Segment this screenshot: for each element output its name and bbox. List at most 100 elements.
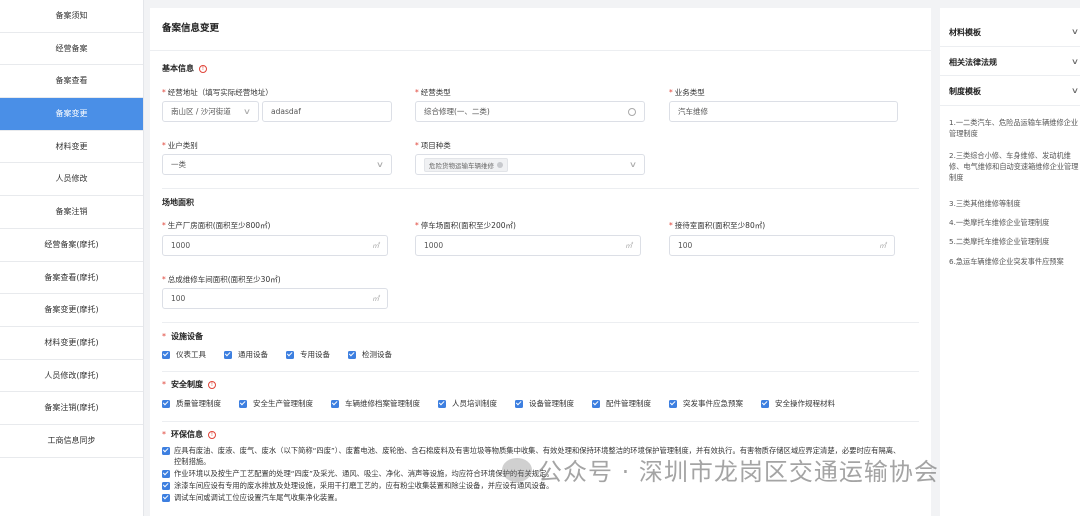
checkbox-checked-icon[interactable] (761, 399, 769, 408)
checkbox-checked-icon[interactable] (162, 481, 170, 490)
sidebar-nav: 备案须知 经营备案 备案查看 备案变更 材料变更 人员修改 备案注销 经营备案(… (0, 0, 144, 516)
chevron-down-icon[interactable]: ∨ (1071, 27, 1079, 36)
sidebar-item-moto-filing-change[interactable]: 备案变更(摩托) (0, 294, 143, 327)
env-checkbox[interactable]: 调试车间或调试工位应设置汽车尾气收集净化装置。 (162, 492, 902, 503)
business-type-label: * 经营类型 (415, 88, 451, 97)
checkbox-checked-icon[interactable] (239, 399, 247, 408)
sidebar-item-moto-material-change[interactable]: 材料变更(摩托) (0, 327, 143, 360)
template-link[interactable]: 1.一二类汽车、危险品运输车辆维修企业管理制度 (949, 117, 1080, 139)
sidebar-item-moto-personnel-edit[interactable]: 人员修改(摩托) (0, 360, 143, 393)
checkbox-checked-icon[interactable] (331, 399, 339, 408)
project-tag: 危险货物运输车辆维修 (424, 157, 508, 172)
template-link[interactable]: 3.三类其他维修等制度 (949, 198, 1080, 209)
watermark: 公众号 · 深圳市龙岗区交通运输协会 (502, 452, 939, 487)
project-select[interactable]: 危险货物运输车辆维修 ∨ (415, 154, 645, 175)
section-safety: * 安全制度! (162, 379, 216, 390)
laws-header[interactable]: 相关法律法规 (949, 57, 997, 68)
assembly-area-label: * 总成维修车间面积(面积至少30㎡) (162, 275, 281, 284)
clear-icon[interactable] (628, 107, 636, 116)
chevron-down-icon[interactable]: ∨ (1071, 57, 1079, 66)
checkbox-checked-icon[interactable] (592, 399, 600, 408)
section-basic-info-title: 基本信息 (162, 64, 194, 73)
sidebar-item-material-change[interactable]: 材料变更 (0, 131, 143, 164)
checkbox-checked-icon[interactable] (348, 350, 356, 359)
section-equipment: * 设施设备 (162, 332, 203, 341)
safety-checkbox[interactable]: 设备管理制度 (515, 398, 574, 409)
chevron-down-icon[interactable]: ∨ (1071, 86, 1079, 95)
title-divider (150, 50, 931, 51)
page-title: 备案信息变更 (162, 23, 220, 34)
business-type-select[interactable]: 综合修理(一、二类) (415, 101, 645, 122)
address-region-select[interactable]: 南山区 / 沙河街道 ∨ (162, 101, 259, 122)
section-basic-info: 基本信息 ! (162, 63, 207, 74)
sidebar-item-business-info-sync[interactable]: 工商信息同步 (0, 425, 143, 458)
safety-checkbox[interactable]: 人员培训制度 (438, 398, 497, 409)
equipment-checkbox[interactable]: 仪表工具 (162, 349, 206, 360)
safety-checkbox[interactable]: 突发事件应急预案 (669, 398, 743, 409)
divider (940, 46, 1080, 47)
wechat-icon (502, 457, 532, 482)
system-template-header[interactable]: 制度模板 (949, 86, 981, 97)
chevron-down-icon: ∨ (375, 160, 385, 169)
safety-checkbox[interactable]: 车辆维修档案管理制度 (331, 398, 420, 409)
equipment-checkbox[interactable]: 专用设备 (286, 349, 330, 360)
info-icon[interactable]: ! (208, 380, 216, 389)
checkbox-checked-icon[interactable] (162, 469, 170, 478)
reception-area-label: * 接待室面积(面积至少80㎡) (669, 221, 766, 230)
service-type-select[interactable]: 汽车维修 (669, 101, 898, 122)
checkbox-checked-icon[interactable] (162, 399, 170, 408)
info-icon[interactable]: ! (208, 430, 216, 439)
sidebar-item-filing-change[interactable]: 备案变更 (0, 98, 143, 131)
sidebar-item-filing-view[interactable]: 备案查看 (0, 65, 143, 99)
main-panel: 备案信息变更 基本信息 ! * 经营地址（填写实际经营地址） 南山区 / 沙河街道… (150, 8, 931, 516)
checkbox-checked-icon[interactable] (162, 446, 170, 455)
household-label: * 业户类别 (162, 141, 198, 150)
production-area-input[interactable]: 1000 ㎡ (162, 235, 388, 256)
production-area-label: * 生产厂房面积(面积至少800㎡) (162, 221, 271, 230)
address-detail-input[interactable]: adasdaf (262, 101, 392, 122)
section-site-area: 场地面积 (162, 198, 194, 207)
sidebar-item-personnel-edit[interactable]: 人员修改 (0, 163, 143, 197)
sidebar-item-moto-filing-view[interactable]: 备案查看(摩托) (0, 262, 143, 295)
checkbox-checked-icon[interactable] (162, 493, 170, 502)
reception-area-input[interactable]: 100 ㎡ (669, 235, 895, 256)
address-label: * 经营地址（填写实际经营地址） (162, 88, 273, 97)
checkbox-checked-icon[interactable] (162, 350, 170, 359)
equipment-checkbox[interactable]: 通用设备 (224, 349, 268, 360)
household-select[interactable]: 一类 ∨ (162, 154, 392, 175)
template-link[interactable]: 5.二类摩托车维修企业管理制度 (949, 236, 1080, 247)
template-link[interactable]: 6.急运车辆维修企业突发事件应预案 (949, 256, 1080, 267)
checkbox-checked-icon[interactable] (286, 350, 294, 359)
checkbox-checked-icon[interactable] (515, 399, 523, 408)
template-link[interactable]: 4.一类摩托车维修企业管理制度 (949, 217, 1080, 228)
parking-area-input[interactable]: 1000 ㎡ (415, 235, 641, 256)
sidebar-item-filing-notice[interactable]: 备案须知 (0, 0, 143, 33)
checkbox-checked-icon[interactable] (438, 399, 446, 408)
checkbox-checked-icon[interactable] (224, 350, 232, 359)
sidebar-item-filing-cancel[interactable]: 备案注销 (0, 196, 143, 229)
template-link[interactable]: 2.三类综合小修、车身维修、发动机维修、电气维修和自动变速箱维修企业管理制度 (949, 150, 1080, 183)
equipment-checkbox-group: 仪表工具 通用设备 专用设备 检测设备 (162, 349, 406, 360)
safety-checkbox[interactable]: 安全操作规程材料 (761, 398, 835, 409)
divider (940, 105, 1080, 106)
right-panel: 材料模板 ∨ 相关法律法规 ∨ 制度模板 ∨ 1.一二类汽车、危险品运输车辆维修… (940, 8, 1080, 516)
equipment-checkbox[interactable]: 检测设备 (348, 349, 392, 360)
sidebar-item-moto-filing-cancel[interactable]: 备案注销(摩托) (0, 392, 143, 425)
chevron-down-icon: ∨ (628, 160, 638, 169)
divider (162, 371, 919, 372)
safety-checkbox[interactable]: 质量管理制度 (162, 398, 221, 409)
safety-checkbox[interactable]: 安全生产管理制度 (239, 398, 313, 409)
safety-checkbox[interactable]: 配件管理制度 (592, 398, 651, 409)
section-environment: * 环保信息! (162, 429, 216, 440)
chevron-down-icon: ∨ (242, 107, 252, 116)
divider (162, 188, 919, 189)
checkbox-checked-icon[interactable] (669, 399, 677, 408)
assembly-area-input[interactable]: 100 ㎡ (162, 288, 388, 309)
divider (162, 322, 919, 323)
tag-close-icon[interactable] (497, 161, 503, 168)
info-icon[interactable]: ! (199, 64, 207, 73)
safety-checkbox-group: 质量管理制度 安全生产管理制度 车辆维修档案管理制度 人员培训制度 设备管理制度… (162, 398, 849, 409)
sidebar-item-business-filing[interactable]: 经营备案 (0, 33, 143, 66)
sidebar-item-moto-business-filing[interactable]: 经营备案(摩托) (0, 229, 143, 262)
material-template-header[interactable]: 材料模板 (949, 27, 981, 38)
